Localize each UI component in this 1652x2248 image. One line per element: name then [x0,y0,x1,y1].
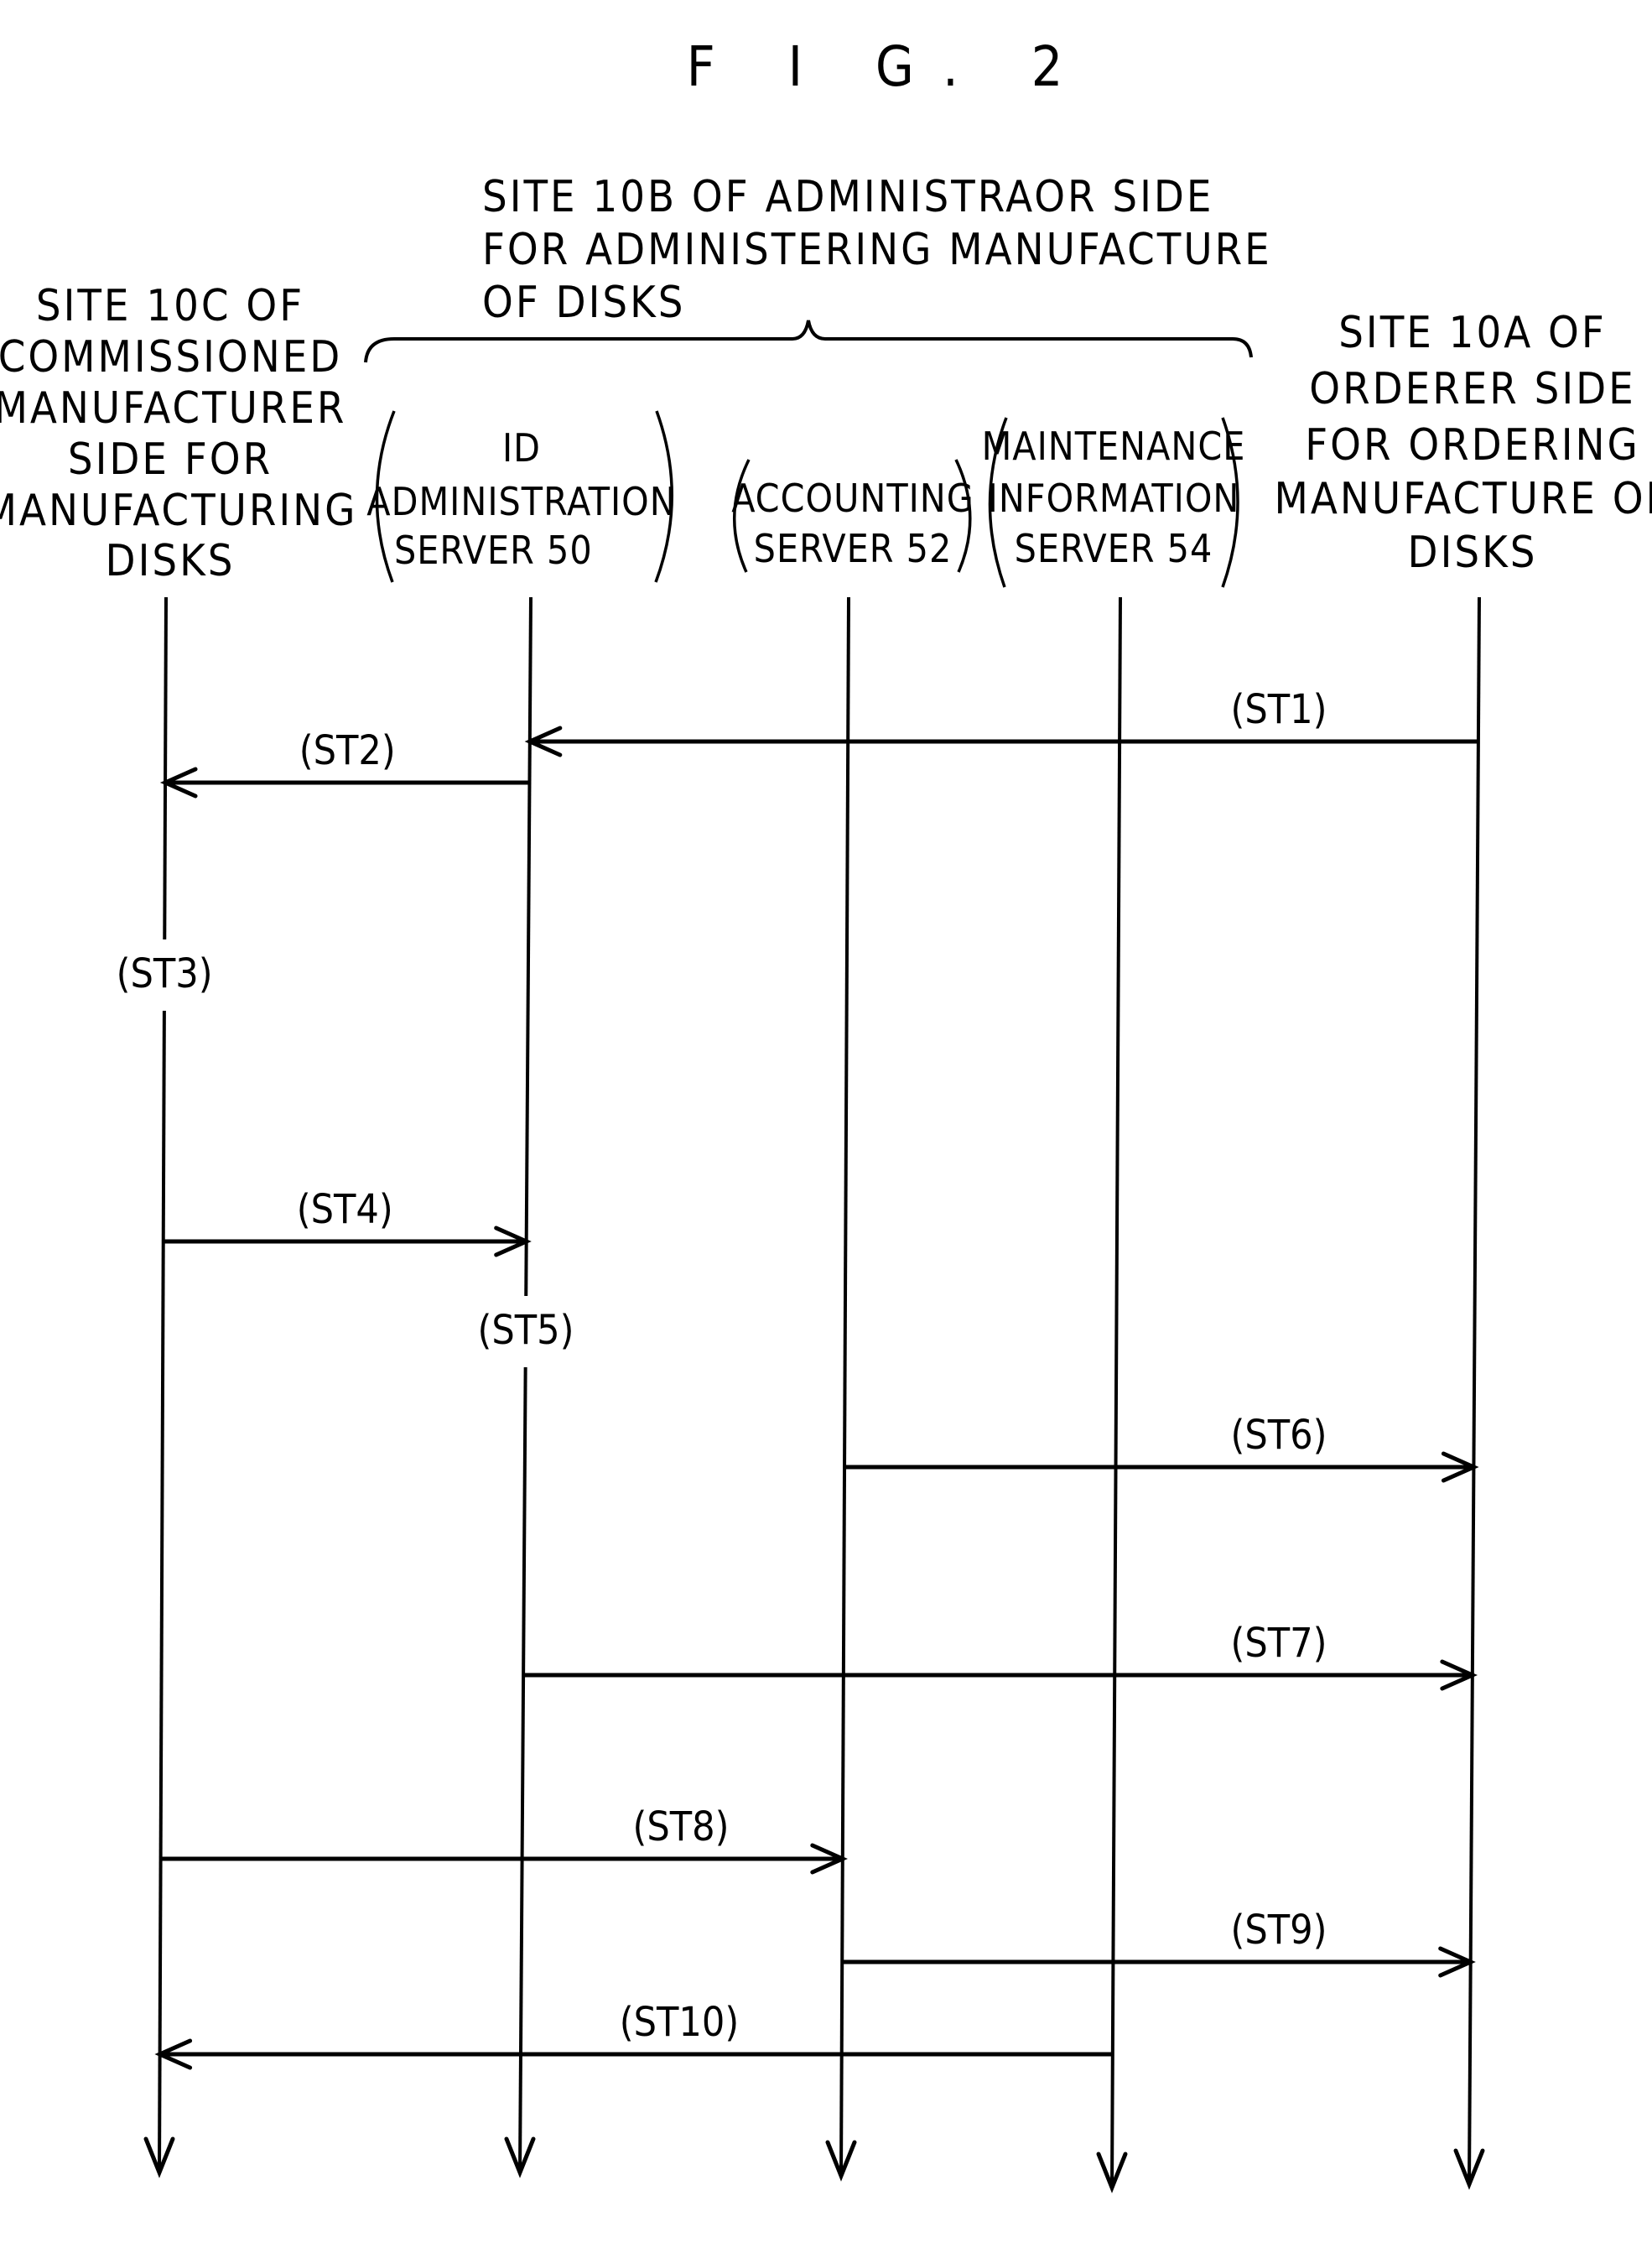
participant-label-line: MANUFACTURER [0,383,346,434]
figure-title: F I G. 2 [687,34,1092,99]
step-label: (ST6) [1231,1412,1327,1459]
participant-header-maintenance-server: MAINTENANCE INFORMATION SERVER 54 [982,417,1246,588]
step-label: (ST3) [117,950,213,997]
step-label: (ST7) [1231,1620,1327,1667]
participant-label-line: COMMISSIONED [0,332,342,382]
participant-header-site-10a: SITE 10A OF ORDERER SIDE FOR ORDERING MA… [1275,308,1652,578]
lifeline-segment [163,596,168,940]
lifeline-site-10a [1453,596,1485,2190]
participant-label-line: MANUFACTURING [0,486,357,536]
lifeline-maintenance-server [1096,596,1128,2193]
participant-header-accounting-server: ACCOUNTING SERVER 52 [731,459,974,573]
messages [154,726,1479,2070]
participant-label-line: ORDERER SIDE [1309,364,1635,414]
participant-label-line: SIDE FOR [68,435,273,485]
message-arrow-8 [160,1843,848,1875]
lifeline-segment [1110,596,1122,2188]
participant-label-line: SERVER 54 [1015,526,1213,571]
step-label: (ST5) [477,1307,574,1354]
participant-label-line: DISKS [106,536,236,586]
lifeline-accounting-server [825,596,857,2182]
lifeline-segment [158,1010,166,2173]
group-header-site-10b: SITE 10B OF ADMINISTRAOR SIDE FOR ADMINI… [482,172,1272,328]
participant-label-line: DISKS [1408,528,1538,578]
participant-label-line: ACCOUNTING [731,476,974,521]
sequence-diagram: F I G. 2 SITE 10B OF ADMINISTRAOR SIDE F… [0,34,1652,2193]
lifeline-segment [524,596,532,1297]
group-header-line: OF DISKS [482,278,686,328]
participant-label-line: SITE 10C OF [36,281,304,331]
step-label: (ST9) [1231,1907,1327,1954]
lifeline-segment [518,1366,527,2173]
participant-label-line: MANUFACTURE OF [1275,474,1652,524]
participant-label-line: SERVER 50 [394,528,593,573]
step-label: (ST10) [620,1999,739,2046]
group-header-line: FOR ADMINISTERING MANUFACTURE [482,225,1272,275]
participant-label-line: ADMINISTRATION [366,479,676,524]
participant-label-line: SITE 10A OF [1338,308,1607,358]
lifeline-segment [1468,596,1481,2185]
message-arrow-1 [524,726,1478,757]
participant-label-line: ID [502,425,541,471]
step-labels: (ST1) (ST2) (ST3) (ST4) (ST5) (ST6) (ST7) (ST8)… [117,686,1327,2046]
message-arrow-9 [842,1946,1476,1978]
participant-label-line: INFORMATION [988,476,1240,521]
lifeline-segment [839,596,850,2177]
lifeline-id-server [504,596,536,2178]
participant-label-line: SERVER 52 [754,526,953,571]
step-label: (ST2) [299,727,396,774]
group-header-line: SITE 10B OF ADMINISTRAOR SIDE [482,172,1213,222]
participant-header-site-10c: SITE 10C OF COMMISSIONED MANUFACTURER SI… [0,281,357,586]
message-arrow-6 [844,1451,1479,1483]
lifeline-site-10c [143,596,175,2178]
step-label: (ST4) [297,1186,393,1233]
message-arrow-7 [523,1659,1478,1691]
step-label: (ST8) [633,1803,730,1850]
participant-label-line: MAINTENANCE [982,424,1246,469]
step-label: (ST1) [1231,686,1327,733]
participant-label-line: FOR ORDERING [1305,420,1640,471]
participant-header-id-server: ID ADMINISTRATION SERVER 50 [366,410,676,583]
